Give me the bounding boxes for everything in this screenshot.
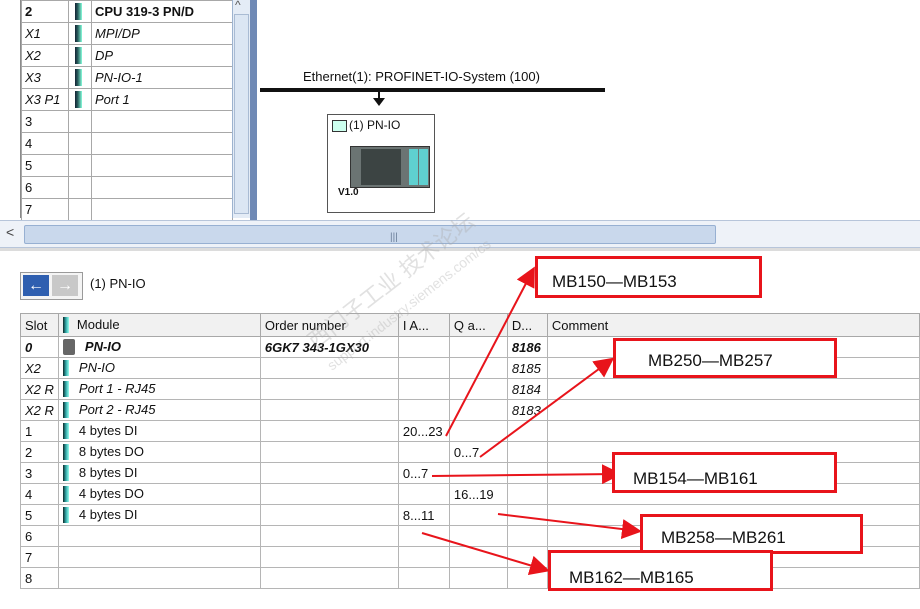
arrow-16-19 (497, 513, 642, 539)
arrow-8-11 (421, 532, 550, 576)
annotation-mb154-161: MB154—MB161 (612, 452, 837, 493)
arrow-q0-7 (479, 357, 615, 458)
arrow-20-23 (445, 266, 535, 437)
annotation-mb162-165: MB162—MB165 (548, 550, 773, 591)
annotation-mb150-153: MB150—MB153 (535, 256, 762, 298)
annotation-mb258-261: MB258—MB261 (640, 514, 863, 554)
annotation-mb250-257: MB250—MB257 (613, 338, 837, 378)
arrow-i0-7 (431, 464, 622, 485)
